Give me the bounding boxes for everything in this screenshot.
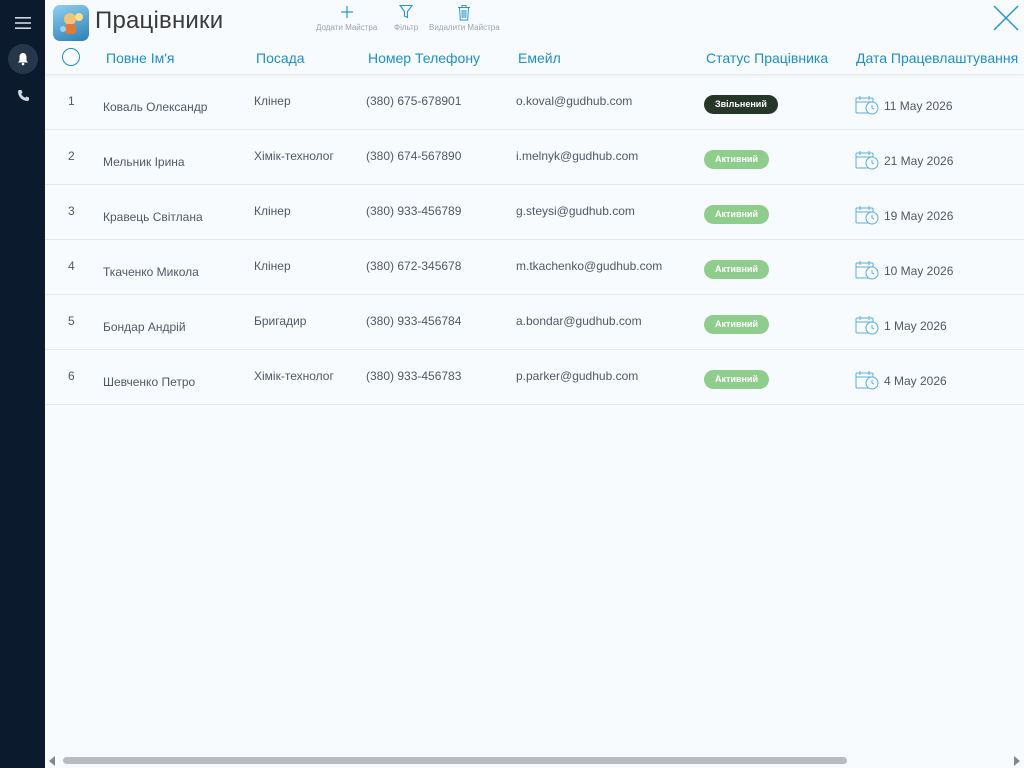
bell-icon[interactable]: [8, 44, 38, 74]
status-badge: Активний: [704, 315, 769, 334]
employee-position: Хімік-технолог: [254, 149, 334, 163]
column-header-status[interactable]: Статус Працівника: [706, 50, 828, 66]
row-number: 5: [68, 314, 75, 328]
close-icon[interactable]: [992, 4, 1020, 32]
employee-position: Клінер: [254, 94, 291, 108]
row-number: 6: [68, 369, 75, 383]
delete-master-label: Видалити Майстра: [429, 23, 500, 32]
employee-name: Коваль Олександр: [103, 100, 208, 114]
hire-date: 11 May 2026: [884, 99, 953, 113]
table-row[interactable]: 3 Кравець Світлана Клінер (380) 933-4567…: [45, 185, 1024, 240]
employee-email: p.parker@gudhub.com: [516, 369, 639, 383]
employee-position: Клінер: [254, 204, 291, 218]
status-badge: Активний: [704, 150, 769, 169]
add-master-button[interactable]: Додати Майстра: [316, 3, 377, 32]
column-header-name[interactable]: Повне Ім'я: [106, 50, 174, 66]
hire-date: 21 May 2026: [884, 154, 954, 168]
calendar-clock-icon: [855, 96, 879, 115]
employee-phone: (380) 933-456784: [366, 314, 462, 328]
row-number: 1: [68, 94, 75, 108]
hire-date: 19 May 2026: [884, 209, 954, 223]
horizontal-scrollbar[interactable]: [45, 753, 1024, 768]
table-body: 1 Коваль Олександр Клінер (380) 675-6789…: [45, 75, 1024, 405]
table-header: Повне Ім'я Посада Номер Телефону Емейл С…: [45, 44, 1024, 75]
employee-name: Ткаченко Микола: [103, 265, 199, 279]
row-number: 3: [68, 204, 75, 218]
select-all-checkbox[interactable]: [62, 48, 80, 66]
employee-position: Хімік-технолог: [254, 369, 334, 383]
column-header-hire-date[interactable]: Дата Працевлаштування: [856, 50, 1018, 66]
scroll-left-icon[interactable]: [49, 756, 55, 766]
menu-icon[interactable]: [8, 8, 38, 38]
employee-phone: (380) 933-456789: [366, 204, 462, 218]
employee-email: o.koval@gudhub.com: [516, 94, 633, 108]
filter-button[interactable]: Фільтр: [394, 3, 418, 32]
employee-email: g.steysi@gudhub.com: [516, 204, 635, 218]
employee-name: Бондар Андрій: [103, 320, 186, 334]
main-panel: Працівники Додати Майстра Фільтр Видалит…: [45, 0, 1024, 768]
page-title: Працівники: [95, 7, 224, 34]
calendar-clock-icon: [855, 371, 879, 390]
scrollbar-thumb[interactable]: [63, 757, 847, 764]
hire-date: 4 May 2026: [884, 374, 947, 388]
row-number: 2: [68, 149, 75, 163]
employee-phone: (380) 933-456783: [366, 369, 462, 383]
calendar-clock-icon: [855, 151, 879, 170]
app-logo-icon: [53, 5, 89, 41]
table-row[interactable]: 5 Бондар Андрій Бригадир (380) 933-45678…: [45, 295, 1024, 350]
employee-phone: (380) 674-567890: [366, 149, 462, 163]
employee-name: Шевченко Петро: [103, 375, 196, 389]
column-header-email[interactable]: Емейл: [518, 50, 561, 66]
filter-label: Фільтр: [394, 23, 419, 32]
calendar-clock-icon: [855, 316, 879, 335]
employee-email: i.melnyk@gudhub.com: [516, 149, 639, 163]
sidebar: [0, 0, 45, 768]
status-badge: Активний: [704, 260, 769, 279]
row-number: 4: [68, 259, 75, 273]
filter-icon: [394, 3, 418, 21]
table-row[interactable]: 1 Коваль Олександр Клінер (380) 675-6789…: [45, 75, 1024, 130]
employee-name: Мельник Ірина: [103, 155, 185, 169]
employee-position: Клінер: [254, 259, 291, 273]
trash-icon: [429, 3, 500, 21]
status-badge: Звільнений: [704, 95, 778, 114]
status-badge: Активний: [704, 370, 769, 389]
table-row[interactable]: 2 Мельник Ірина Хімік-технолог (380) 674…: [45, 130, 1024, 185]
calendar-clock-icon: [855, 206, 879, 225]
employee-email: m.tkachenko@gudhub.com: [516, 259, 663, 273]
scroll-right-icon[interactable]: [1014, 756, 1020, 766]
add-master-label: Додати Майстра: [316, 23, 378, 32]
employee-email: a.bondar@gudhub.com: [516, 314, 642, 328]
table-row[interactable]: 6 Шевченко Петро Хімік-технолог (380) 93…: [45, 350, 1024, 405]
employee-position: Бригадир: [254, 314, 307, 328]
employee-phone: (380) 675-678901: [366, 94, 462, 108]
column-header-phone[interactable]: Номер Телефону: [368, 50, 480, 66]
phone-icon[interactable]: [8, 80, 38, 110]
hire-date: 1 May 2026: [884, 319, 947, 333]
employee-name: Кравець Світлана: [103, 210, 203, 224]
table-row[interactable]: 4 Ткаченко Микола Клінер (380) 672-34567…: [45, 240, 1024, 295]
plus-icon: [316, 3, 377, 21]
employee-phone: (380) 672-345678: [366, 259, 462, 273]
column-header-position[interactable]: Посада: [256, 50, 305, 66]
status-badge: Активний: [704, 205, 769, 224]
hire-date: 10 May 2026: [884, 264, 954, 278]
calendar-clock-icon: [855, 261, 879, 280]
delete-master-button[interactable]: Видалити Майстра: [429, 3, 500, 32]
